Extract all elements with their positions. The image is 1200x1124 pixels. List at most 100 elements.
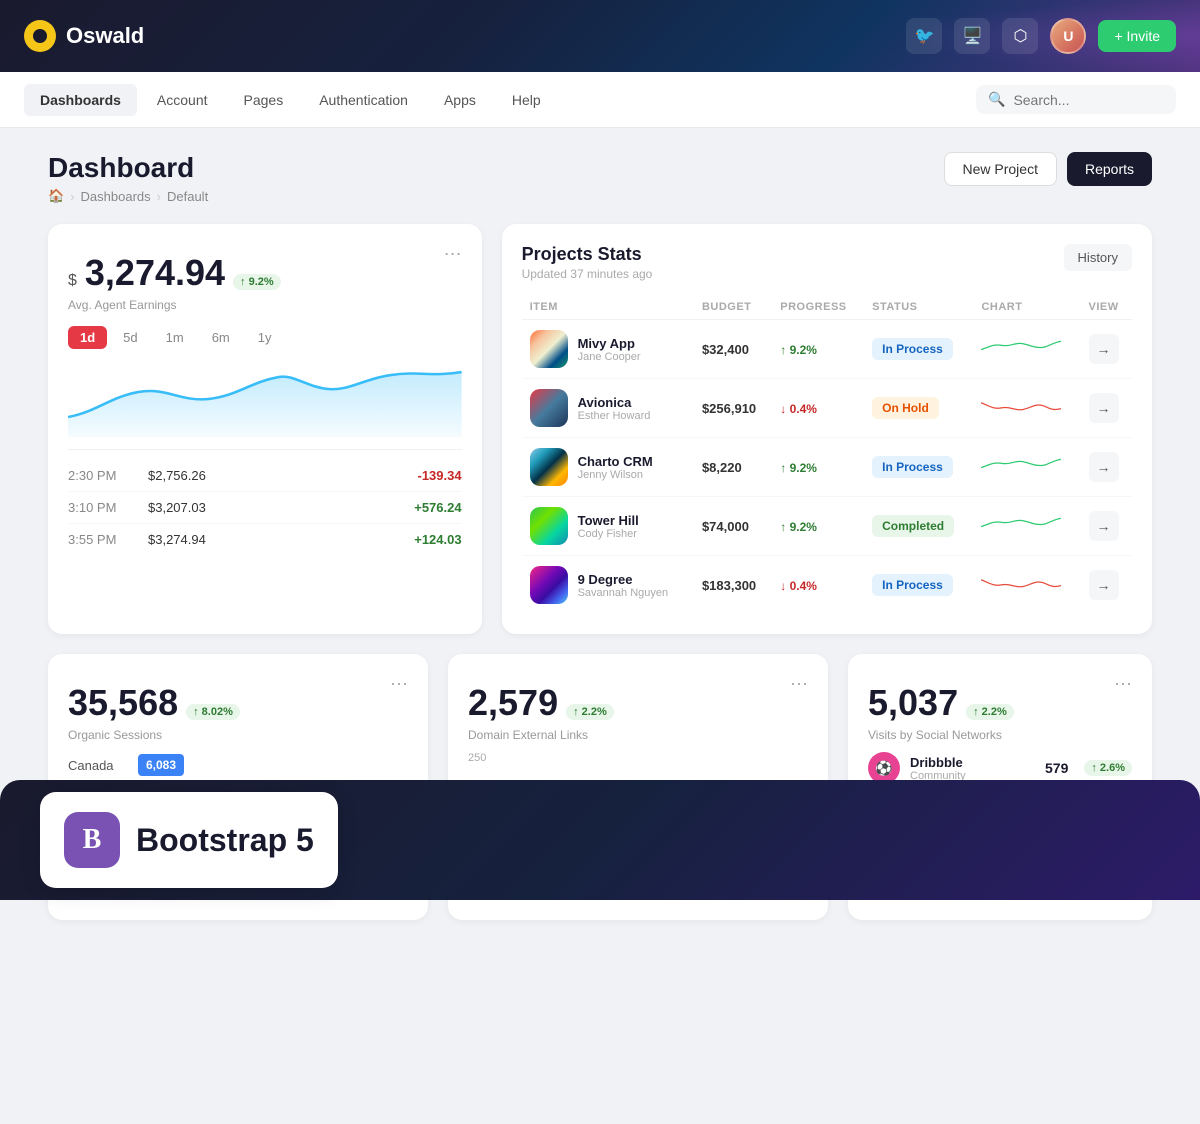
page-title: Dashboard (48, 152, 208, 184)
data-rows: 2:30 PM $2,756.26 -139.34 3:10 PM $3,207… (68, 449, 462, 555)
new-project-button[interactable]: New Project (944, 152, 1057, 186)
table-row: Tower Hill Cody Fisher $74,000 ↑ 9.2% Co… (522, 497, 1132, 556)
view-btn-2[interactable]: → (1089, 452, 1119, 482)
budget-cell-4: $183,300 (694, 556, 772, 615)
dr-value-2: $3,207.03 (148, 500, 414, 515)
dr-change-3: +124.03 (414, 532, 461, 547)
item-cell-2: Charto CRM Jenny Wilson (522, 438, 694, 497)
time-btn-1m[interactable]: 1m (154, 326, 196, 349)
projects-title: Projects Stats (522, 244, 653, 265)
topbar-icon-btn-2[interactable]: 🖥️ (954, 18, 990, 54)
nav-item-authentication[interactable]: Authentication (303, 84, 424, 116)
col-progress: PROGRESS (772, 295, 864, 320)
time-filters: 1d 5d 1m 6m 1y (68, 326, 462, 349)
col-status: STATUS (864, 295, 973, 320)
monitor-icon: 🖥️ (963, 26, 983, 46)
col-chart: CHART (973, 295, 1080, 320)
col-budget: BUDGET (694, 295, 772, 320)
earnings-chart-svg (68, 357, 462, 437)
search-bar: 🔍 (976, 85, 1176, 114)
nav-item-account[interactable]: Account (141, 84, 224, 116)
topbar-icon-btn-3[interactable]: ⬡ (1002, 18, 1038, 54)
view-btn-3[interactable]: → (1089, 511, 1119, 541)
header-buttons: New Project Reports (944, 152, 1153, 186)
projects-header: Projects Stats Updated 37 minutes ago Hi… (522, 244, 1132, 281)
domain-badge: ↑ 2.2% (566, 704, 614, 720)
dr-change-2: +576.24 (414, 500, 461, 515)
nav-item-dashboards[interactable]: Dashboards (24, 84, 137, 116)
view-btn-0[interactable]: → (1089, 334, 1119, 364)
topbar-icon-btn-1[interactable]: 🐦 (906, 18, 942, 54)
history-button[interactable]: History (1064, 244, 1132, 271)
breadcrumb: 🏠 › Dashboards › Default (48, 188, 208, 204)
col-view: VIEW (1081, 295, 1132, 320)
organic-value: 35,568 (68, 682, 178, 724)
search-input[interactable] (1013, 92, 1164, 108)
organic-badge: ↑ 8.02% (186, 704, 240, 720)
table-row: Mivy App Jane Cooper $32,400 ↑ 9.2% In P… (522, 320, 1132, 379)
nav-item-pages[interactable]: Pages (228, 84, 300, 116)
view-cell-1[interactable]: → (1081, 379, 1132, 438)
budget-cell-0: $32,400 (694, 320, 772, 379)
status-cell-1: On Hold (864, 379, 973, 438)
dr-value-1: $2,756.26 (148, 468, 418, 483)
view-btn-1[interactable]: → (1089, 393, 1119, 423)
status-cell-4: In Process (864, 556, 973, 615)
projects-table: ITEM BUDGET PROGRESS STATUS CHART VIEW (522, 295, 1132, 614)
earnings-label: Avg. Agent Earnings (68, 298, 462, 312)
table-row: Avionica Esther Howard $256,910 ↓ 0.4% O… (522, 379, 1132, 438)
view-cell-4[interactable]: → (1081, 556, 1132, 615)
domain-y-max: 250 (468, 752, 486, 764)
invite-button[interactable]: + Invite (1098, 20, 1176, 52)
social-more-btn[interactable]: ⋯ (1114, 674, 1132, 695)
domain-more-btn[interactable]: ⋯ (790, 674, 808, 695)
col-item: ITEM (522, 295, 694, 320)
progress-cell-1: ↓ 0.4% (772, 379, 864, 438)
budget-cell-3: $74,000 (694, 497, 772, 556)
bootstrap-name: Bootstrap 5 (136, 822, 314, 859)
top-row: ⋯ $ 3,274.94 ↑ 9.2% Avg. Agent Earnings … (48, 224, 1152, 634)
reports-button[interactable]: Reports (1067, 152, 1152, 186)
social-badge: ↑ 2.2% (966, 704, 1014, 720)
bootstrap-logo: B (64, 812, 120, 868)
item-cell-0: Mivy App Jane Cooper (522, 320, 694, 379)
bootstrap-card: B Bootstrap 5 (40, 792, 338, 888)
view-cell-0[interactable]: → (1081, 320, 1132, 379)
chart-cell-0 (973, 320, 1080, 379)
avatar[interactable]: U (1050, 18, 1086, 54)
earnings-card: ⋯ $ 3,274.94 ↑ 9.2% Avg. Agent Earnings … (48, 224, 482, 634)
share-icon: ⬡ (1013, 26, 1027, 46)
view-btn-4[interactable]: → (1089, 570, 1119, 600)
chart-cell-2 (973, 438, 1080, 497)
time-btn-6m[interactable]: 6m (200, 326, 242, 349)
budget-cell-2: $8,220 (694, 438, 772, 497)
home-icon: 🏠 (48, 188, 64, 204)
social-value: 5,037 (868, 682, 958, 724)
dr-change-1: -139.34 (418, 468, 462, 483)
table-row: Charto CRM Jenny Wilson $8,220 ↑ 9.2% In… (522, 438, 1132, 497)
earnings-value: 3,274.94 (85, 252, 225, 294)
search-icon: 🔍 (988, 91, 1005, 108)
progress-cell-3: ↑ 9.2% (772, 497, 864, 556)
nav-item-apps[interactable]: Apps (428, 84, 492, 116)
chart-cell-1 (973, 379, 1080, 438)
time-btn-1d[interactable]: 1d (68, 326, 107, 349)
data-row-2: 3:10 PM $3,207.03 +576.24 (68, 492, 462, 524)
earnings-more-btn[interactable]: ⋯ (444, 244, 462, 265)
social-label: Visits by Social Networks (868, 728, 1132, 742)
projects-subtitle: Updated 37 minutes ago (522, 267, 653, 281)
time-btn-1y[interactable]: 1y (246, 326, 284, 349)
nav-item-help[interactable]: Help (496, 84, 557, 116)
view-cell-3[interactable]: → (1081, 497, 1132, 556)
table-row: 9 Degree Savannah Nguyen $183,300 ↓ 0.4%… (522, 556, 1132, 615)
projects-card: Projects Stats Updated 37 minutes ago Hi… (502, 224, 1152, 634)
organic-more-btn[interactable]: ⋯ (390, 674, 408, 695)
earnings-badge: ↑ 9.2% (233, 274, 281, 290)
title-area: Dashboard 🏠 › Dashboards › Default (48, 152, 208, 204)
view-cell-2[interactable]: → (1081, 438, 1132, 497)
time-btn-5d[interactable]: 5d (111, 326, 149, 349)
country-bar: 6,083 (138, 754, 184, 776)
dr-time-1: 2:30 PM (68, 468, 148, 483)
bootstrap-overlay: B Bootstrap 5 (0, 780, 1200, 900)
item-cell-1: Avionica Esther Howard (522, 379, 694, 438)
